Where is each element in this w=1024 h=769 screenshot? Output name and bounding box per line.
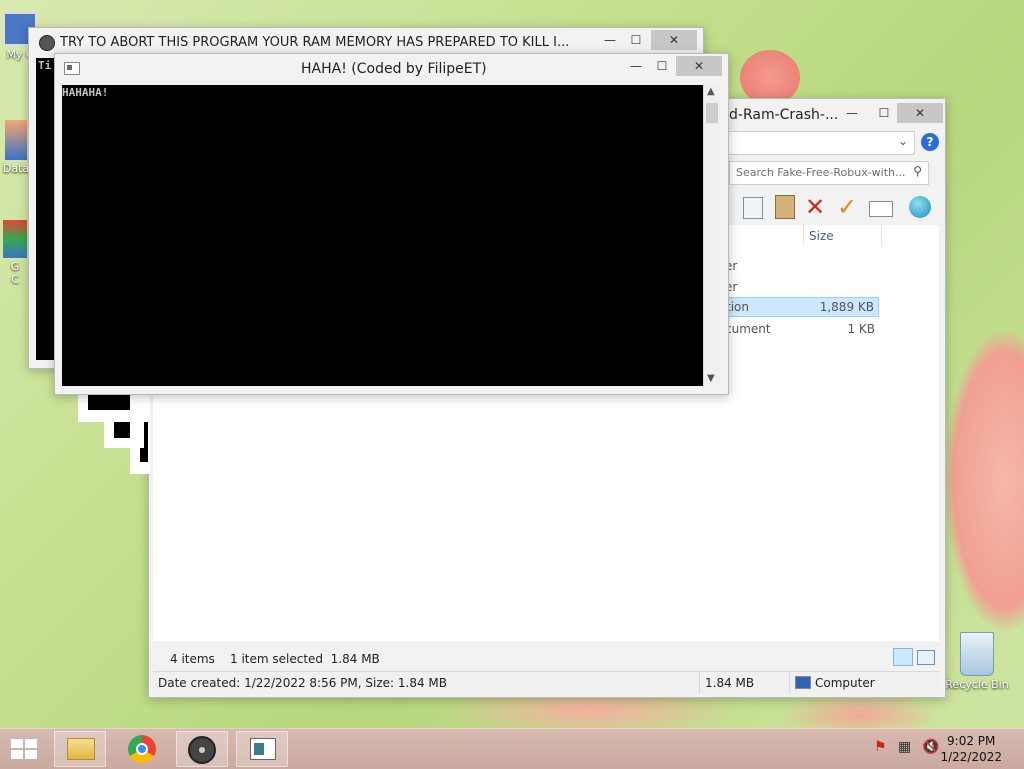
minimize-button[interactable]: — (623, 56, 649, 76)
status-selection: 1 item selected 1.84 MB (230, 652, 380, 666)
close-button[interactable]: ✕ (897, 103, 943, 123)
action-center-flag-icon[interactable]: ⚑ (874, 739, 887, 755)
console-window-front: HAHA! (Coded by FilipeET) — ☐ ✕ HAHAHA! … (54, 53, 729, 395)
properties-icon[interactable] (869, 201, 893, 217)
console-scrollbar[interactable]: ▲ ▼ (703, 85, 720, 386)
details-size: 1.84 MB (705, 676, 755, 690)
details-divider (699, 672, 700, 694)
file-row-selected[interactable]: tion 1,889 KB (723, 297, 879, 317)
details-divider (789, 672, 790, 694)
desktop-icon-chrome[interactable]: G C (0, 220, 30, 286)
wallpaper-petal (740, 50, 800, 105)
file-size: 1 KB (847, 322, 875, 336)
column-divider[interactable] (881, 225, 882, 245)
globe-icon[interactable] (909, 196, 931, 218)
close-button[interactable]: ✕ (676, 56, 722, 76)
file-row[interactable]: er (723, 278, 879, 298)
taskbar: ⚑ ▦ 🔇 9:02 PM 1/22/2022 (0, 728, 1024, 769)
folder-icon (67, 738, 95, 760)
maximize-button[interactable]: ☐ (649, 56, 675, 76)
paste-icon[interactable] (775, 195, 795, 219)
details-text: Date created: 1/22/2022 8:56 PM, Size: 1… (158, 676, 447, 690)
minimize-button[interactable]: — (597, 30, 623, 50)
explorer-title: d-Ram-Crash-... (729, 107, 839, 123)
chevron-down-icon[interactable]: ⌄ (898, 134, 908, 148)
details-pane: Date created: 1/22/2022 8:56 PM, Size: 1… (153, 671, 939, 694)
chrome-icon (3, 220, 27, 258)
copy-icon[interactable] (743, 197, 763, 219)
search-placeholder: Search Fake-Free-Robux-with... (736, 166, 906, 179)
desktop-icon-label: G C (10, 260, 20, 286)
volume-muted-icon[interactable]: 🔇 (922, 739, 939, 755)
scroll-down-icon[interactable]: ▼ (707, 373, 715, 384)
console-output: HAHAHA! (62, 85, 703, 386)
console-titlebar[interactable]: TRY TO ABORT THIS PROGRAM YOUR RAM MEMOR… (29, 28, 703, 54)
console-app-icon (64, 62, 80, 75)
windows-logo-icon (11, 739, 37, 759)
clock-time: 9:02 PM (947, 734, 996, 748)
clock-date: 1/22/2022 (940, 750, 1002, 764)
desktop-icon-label: Recycle Bin (945, 678, 1009, 691)
file-type: tion (726, 300, 749, 314)
checkmark-icon[interactable]: ✓ (837, 193, 857, 221)
desktop-icon-label: Data (2, 162, 30, 175)
file-row[interactable]: cument 1 KB (723, 320, 879, 340)
details-view-button[interactable] (893, 648, 913, 666)
help-icon[interactable]: ? (921, 133, 939, 151)
preview-view-button[interactable] (917, 650, 935, 665)
console-text: Ti (38, 59, 52, 72)
console-app-icon (39, 35, 55, 51)
console-titlebar[interactable]: HAHA! (Coded by FilipeET) — ☐ ✕ (55, 54, 728, 80)
start-button[interactable] (0, 731, 48, 767)
console-title: HAHA! (Coded by FilipeET) (301, 61, 487, 77)
computer-icon (795, 676, 811, 689)
search-input[interactable]: Search Fake-Free-Robux-with... ⚲ (729, 161, 929, 185)
taskbar-file-explorer[interactable] (54, 731, 106, 767)
taskbar-chrome[interactable] (116, 731, 168, 767)
scroll-up-icon[interactable]: ▲ (707, 86, 715, 97)
column-divider[interactable] (803, 225, 804, 245)
file-type: cument (725, 322, 771, 336)
system-clock[interactable]: 9:02 PM 1/22/2022 (940, 733, 1002, 765)
shortcut-icon (5, 120, 27, 160)
status-item-count: 4 items (170, 652, 215, 666)
recycle-bin-icon (960, 632, 994, 676)
console-text: HAHAHA! (62, 86, 109, 99)
minimize-button[interactable]: — (839, 103, 865, 123)
details-location: Computer (815, 676, 875, 690)
maximize-button[interactable]: ☐ (871, 103, 897, 123)
desktop-icon-recycle-bin[interactable]: Recycle Bin (942, 632, 1012, 691)
taskbar-console-window[interactable] (236, 731, 288, 767)
search-icon: ⚲ (913, 164, 922, 178)
console-window-icon (250, 738, 276, 760)
delete-icon[interactable]: ✕ (805, 193, 825, 221)
film-reel-icon (188, 736, 216, 764)
chrome-icon (128, 735, 156, 763)
maximize-button[interactable]: ☐ (623, 30, 649, 50)
file-size: 1,889 KB (819, 300, 874, 314)
scroll-thumb[interactable] (706, 103, 718, 123)
close-button[interactable]: ✕ (651, 30, 697, 50)
file-row[interactable]: er (723, 257, 879, 277)
console-title: TRY TO ABORT THIS PROGRAM YOUR RAM MEMOR… (60, 35, 570, 50)
column-header-size[interactable]: Size (809, 229, 834, 243)
taskbar-console-app[interactable] (176, 731, 228, 767)
network-icon[interactable]: ▦ (898, 739, 912, 755)
wallpaper-petal (945, 330, 1024, 630)
